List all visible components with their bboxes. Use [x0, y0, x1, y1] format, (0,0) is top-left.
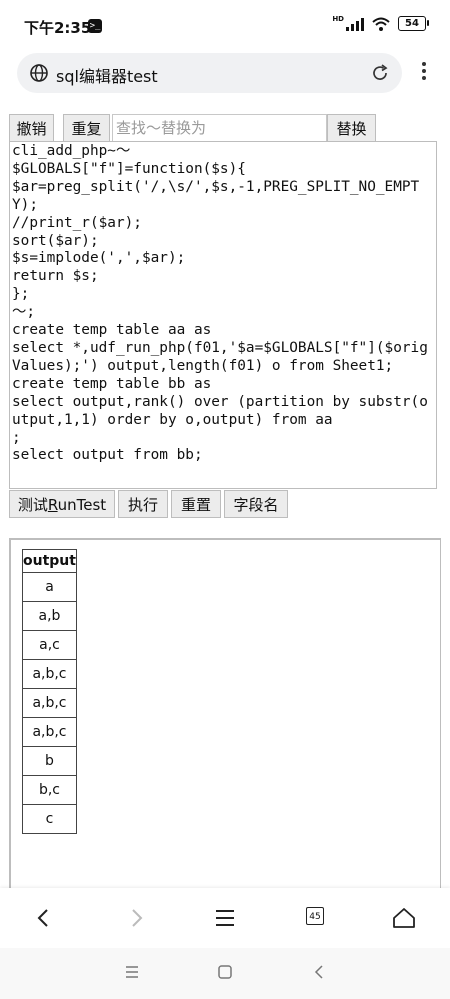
system-nav-bar	[0, 948, 450, 999]
system-home-icon[interactable]	[217, 964, 233, 980]
cellular-signal-icon	[346, 17, 364, 31]
terminal-icon: >_	[88, 19, 102, 33]
table-row: a	[22, 572, 77, 602]
menu-icon[interactable]	[213, 906, 237, 930]
battery-icon: 54	[398, 16, 429, 31]
forward-icon[interactable]	[124, 906, 148, 930]
column-header-output: output	[22, 549, 77, 573]
tabs-button[interactable]: 45	[306, 907, 324, 925]
sql-code[interactable]: cli_add_php~～ $GLOBALS["f"]=function($s)…	[10, 142, 436, 466]
table-cell: a,b,c	[22, 717, 77, 747]
system-back-icon[interactable]	[311, 964, 327, 980]
table-row: c	[22, 804, 77, 834]
results-table: output a a,b a,c a,b,c a,b,c a,b,c b b,c c	[22, 549, 77, 834]
table-cell: a	[22, 572, 77, 602]
code-line[interactable]: };	[12, 286, 29, 302]
redo-button[interactable]: 重复	[63, 114, 110, 142]
code-line[interactable]: ;	[12, 430, 21, 446]
battery-level: 54	[405, 18, 419, 29]
home-icon[interactable]	[392, 906, 416, 930]
results-panel: output a a,b a,c a,b,c a,b,c a,b,c b b,c c	[9, 538, 441, 898]
reload-icon[interactable]	[370, 63, 390, 83]
code-line[interactable]: create temp table bb as	[12, 376, 211, 392]
code-line[interactable]: cli_add_php~～	[12, 143, 130, 159]
table-row: a,b,c	[22, 717, 77, 747]
globe-icon	[30, 64, 48, 82]
code-line[interactable]: ～;	[12, 304, 35, 320]
table-cell: b	[22, 746, 77, 776]
test-run-button[interactable]: 测试RunTest	[9, 490, 115, 518]
back-icon[interactable]	[32, 906, 56, 930]
table-row: a,b,c	[22, 688, 77, 718]
table-cell: a,b,c	[22, 688, 77, 718]
test-run-accesskey: R	[47, 496, 58, 514]
field-names-button[interactable]: 字段名	[224, 490, 288, 518]
table-cell: c	[22, 804, 77, 834]
address-bar[interactable]: sql编辑器test	[17, 53, 402, 93]
table-row: a,c	[22, 630, 77, 660]
code-line[interactable]: select output,rank() over (partition by …	[12, 394, 428, 428]
undo-button[interactable]: 撤销	[9, 114, 54, 142]
code-line[interactable]: select *,udf_run_php(f01,'$a=$GLOBALS["f…	[12, 340, 428, 374]
status-icons: HD 54	[332, 15, 429, 31]
code-line[interactable]: $s=implode(',',$ar);	[12, 250, 185, 266]
sql-editor[interactable]: cli_add_php~～ $GLOBALS["f"]=function($s)…	[9, 141, 437, 489]
code-line[interactable]: select output from bb;	[12, 447, 203, 463]
code-line[interactable]: create temp table aa as	[12, 322, 211, 338]
code-line[interactable]: $ar=preg_split('/,\s/',$s,-1,PREG_SPLIT_…	[12, 179, 419, 213]
table-row: a,b,c	[22, 659, 77, 689]
execute-button[interactable]: 执行	[118, 490, 168, 518]
code-line[interactable]: //print_r($ar);	[12, 215, 142, 231]
table-cell: a,b	[22, 601, 77, 631]
test-run-suffix: unTest	[57, 496, 107, 514]
more-menu-icon[interactable]	[418, 62, 430, 84]
replace-button[interactable]: 替换	[327, 114, 376, 142]
recent-apps-icon[interactable]	[124, 964, 140, 980]
table-cell: a,c	[22, 630, 77, 660]
status-bar: 下午2:35 >_ HD 54	[0, 0, 450, 50]
status-time: 下午2:35	[24, 19, 92, 37]
code-line[interactable]: $GLOBALS["f"]=function($s){	[12, 161, 246, 177]
code-line[interactable]: return $s;	[12, 268, 99, 284]
table-row: a,b	[22, 601, 77, 631]
page-title: sql编辑器test	[56, 67, 158, 86]
browser-nav-bar	[0, 888, 450, 948]
test-run-prefix: 测试	[17, 496, 48, 514]
find-replace-input[interactable]	[112, 114, 327, 142]
wifi-icon	[372, 17, 390, 31]
table-cell: a,b,c	[22, 659, 77, 689]
code-line[interactable]: sort($ar);	[12, 233, 99, 249]
hd-icon: HD	[332, 15, 344, 23]
reset-button[interactable]: 重置	[171, 490, 221, 518]
table-row: b,c	[22, 775, 77, 805]
table-row: b	[22, 746, 77, 776]
table-cell: b,c	[22, 775, 77, 805]
